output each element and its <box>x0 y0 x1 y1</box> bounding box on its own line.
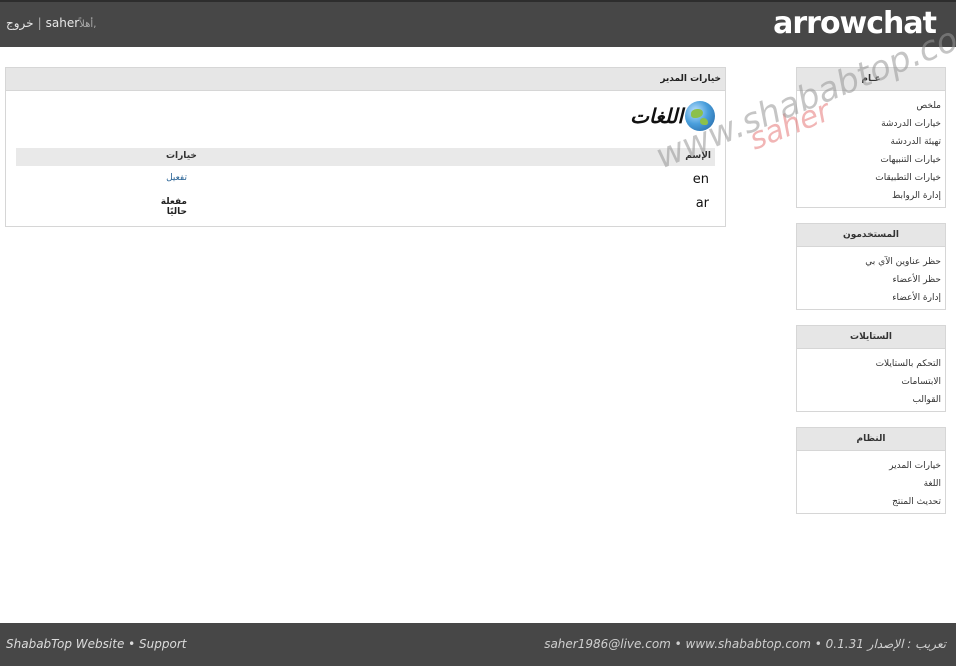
logout-link[interactable]: خروج <box>6 16 34 30</box>
main-panel: خيارات المدير اللغات الإسم خيارات en تفع… <box>5 67 726 227</box>
greeting: أهلاً, <box>79 19 97 30</box>
sidebar-item-smilies[interactable]: الابتسامات <box>801 373 941 391</box>
footer-bar: ShababTop Website • Support saher1986@li… <box>0 623 956 666</box>
sidebar-item-admin-options[interactable]: خيارات المدير <box>801 457 941 475</box>
user-area: خروج | saherأهلاً, <box>6 16 96 30</box>
section-title: اللغات <box>630 104 683 128</box>
sidebar-item-language[interactable]: اللغة <box>801 475 941 493</box>
footer-credits: saher1986@live.com • www.shababtop.com •… <box>544 637 946 651</box>
column-header-options: خيارات <box>166 151 197 161</box>
table-row: en تفعيل <box>16 168 715 192</box>
sidebar-panel-users: المستخدمون حظر عناوين الآي بي حظر الأعضا… <box>796 223 946 310</box>
active-status: مفعلة حاليًا <box>160 197 187 217</box>
sidebar-item-link-management[interactable]: إدارة الروابط <box>801 187 941 205</box>
sidebar-item-ban-members[interactable]: حظر الأعضاء <box>801 271 941 289</box>
table-row: ar مفعلة حاليًا <box>16 192 715 217</box>
sidebar-panel-system: النظام خيارات المدير اللغة تحديث المنتج <box>796 427 946 514</box>
sidebar-panel-title: الستايلات <box>797 326 945 349</box>
sidebar-panel-title: النظام <box>797 428 945 451</box>
separator: | <box>37 16 42 30</box>
language-table-header: الإسم خيارات <box>16 148 715 166</box>
sidebar-item-manage-members[interactable]: إدارة الأعضاء <box>801 289 941 307</box>
sidebar-panel-themes: الستايلات التحكم بالستايلات الابتسامات ا… <box>796 325 946 412</box>
language-code: ar <box>695 196 709 211</box>
top-header-bar: خروج | saherأهلاً, arrowchat <box>0 0 956 47</box>
username: saher <box>45 16 80 30</box>
sidebar-panel-title: المستخدمون <box>797 224 945 247</box>
sidebar-item-notification-options[interactable]: خيارات التنبيهات <box>801 151 941 169</box>
activate-link[interactable]: تفعيل <box>146 173 187 183</box>
sidebar-item-application-options[interactable]: خيارات التطبيقات <box>801 169 941 187</box>
sidebar-item-ban-ips[interactable]: حظر عناوين الآي بي <box>801 253 941 271</box>
footer-links[interactable]: ShababTop Website • Support <box>6 637 186 651</box>
sidebar-item-theme-control[interactable]: التحكم بالستايلات <box>801 355 941 373</box>
language-code: en <box>692 172 709 187</box>
main-panel-title: خيارات المدير <box>6 68 725 91</box>
sidebar-item-product-update[interactable]: تحديث المنتج <box>801 493 941 511</box>
sidebar-item-chat-setup[interactable]: تهيئة الدردشة <box>801 133 941 151</box>
sidebar-item-templates[interactable]: القوالب <box>801 391 941 409</box>
